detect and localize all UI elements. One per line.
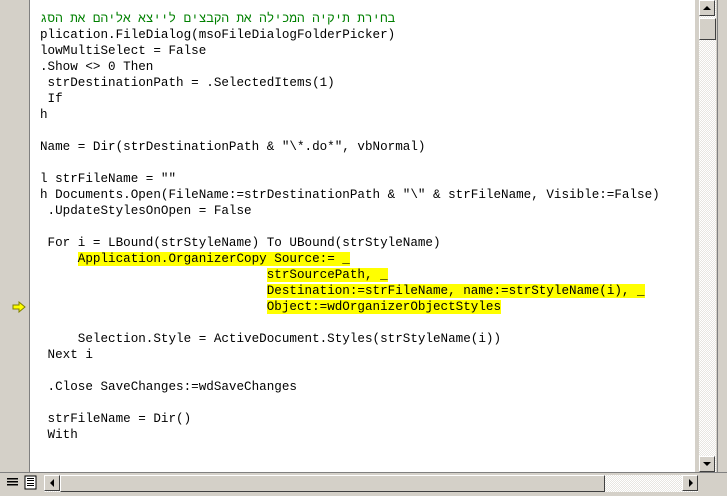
code-line: lowMultiSelect = False	[40, 44, 207, 58]
margin-indicator-bar[interactable]	[0, 0, 30, 472]
scroll-down-button[interactable]	[699, 456, 715, 472]
code-line: Destination:=strFileName, name:=strStyle…	[40, 283, 645, 299]
bottom-bar	[0, 472, 727, 496]
full-module-view-icon[interactable]	[24, 475, 38, 491]
scroll-left-button[interactable]	[44, 475, 60, 491]
code-line: .UpdateStylesOnOpen = False	[40, 204, 252, 218]
vba-code-window: בחירת תיקיה המכילה את הקבצים לייצא אליהם…	[0, 0, 727, 496]
scroll-up-button[interactable]	[699, 0, 715, 16]
highlighted-statement: strSourcePath, _	[266, 268, 388, 282]
code-line: Name = Dir(strDestinationPath & "\*.do*"…	[40, 140, 426, 154]
code-line: plication.FileDialog(msoFileDialogFolder…	[40, 28, 396, 42]
highlighted-statement: Destination:=strFileName, name:=strStyle…	[266, 284, 645, 298]
code-line: l strFileName = ""	[40, 172, 177, 186]
window-border	[717, 0, 727, 495]
procedure-view-icon[interactable]	[6, 475, 20, 491]
code-line: Application.OrganizerCopy Source:= _	[40, 251, 350, 267]
code-comment-line: בחירת תיקיה המכילה את הקבצים לייצא אליהם…	[40, 12, 396, 26]
highlighted-statement: Application.OrganizerCopy Source:= _	[77, 252, 350, 266]
arrow-up-icon	[703, 6, 711, 10]
code-line: h Documents.Open(FileName:=strDestinatio…	[40, 188, 660, 202]
code-line: strSourcePath, _	[40, 267, 388, 283]
code-line: .Show <> 0 Then	[40, 60, 154, 74]
highlighted-statement: Object:=wdOrganizerObjectStyles	[266, 300, 502, 314]
scroll-right-button[interactable]	[682, 475, 698, 491]
code-line: h	[40, 108, 48, 122]
code-line: Selection.Style = ActiveDocument.Styles(…	[40, 332, 502, 346]
code-line: Next i	[40, 348, 93, 362]
code-line: strDestinationPath = .SelectedItems(1)	[40, 76, 335, 90]
arrow-down-icon	[703, 462, 711, 466]
code-line: With	[40, 428, 78, 442]
arrow-left-icon	[50, 479, 54, 487]
code-line: For i = LBound(strStyleName) To UBound(s…	[40, 236, 441, 250]
arrow-right-icon	[689, 479, 693, 487]
execution-arrow-icon	[12, 301, 26, 313]
code-line: If	[40, 92, 63, 106]
code-line: .Close SaveChanges:=wdSaveChanges	[40, 380, 297, 394]
horizontal-scroll-thumb[interactable]	[60, 475, 605, 492]
code-line: Object:=wdOrganizerObjectStyles	[40, 299, 502, 315]
vertical-scroll-track[interactable]	[699, 0, 716, 472]
code-line: strFileName = Dir()	[40, 412, 192, 426]
code-editor[interactable]: בחירת תיקיה המכילה את הקבצים לייצא אליהם…	[30, 0, 695, 472]
vertical-scroll-thumb[interactable]	[699, 18, 716, 40]
